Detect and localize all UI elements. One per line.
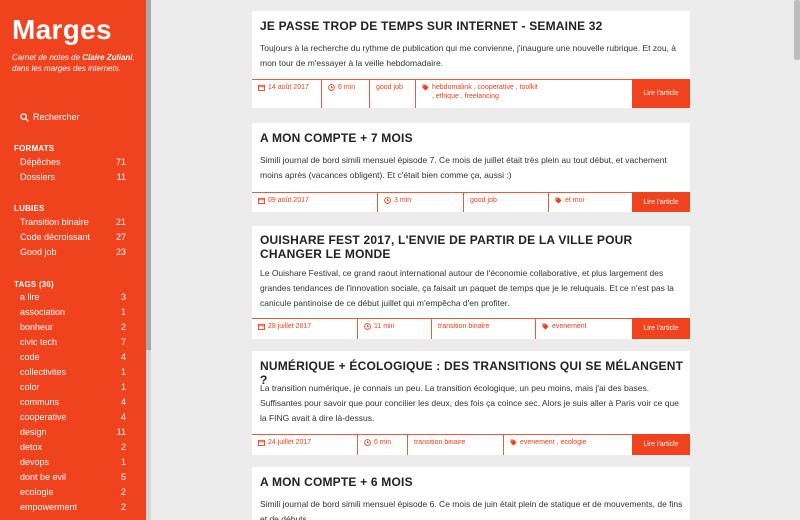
post-meta: 28 juillet 2017 11 min transition binair… (252, 318, 690, 339)
post-meta: 24 juillet 2017 6 min transition binaire… (252, 434, 690, 455)
clock-icon (328, 84, 335, 91)
formats-title: FORMATS (14, 144, 55, 153)
post-card: A MON COMPTE + 7 MOIS Simili journal de … (252, 123, 690, 212)
read-article-button[interactable]: Lire l'article (632, 192, 690, 212)
clock-icon (364, 323, 371, 330)
calendar-icon (258, 323, 265, 330)
read-article-button[interactable]: Lire l'article (632, 434, 690, 455)
search-icon (20, 112, 29, 122)
post-tags[interactable]: et moi (549, 193, 619, 212)
sidebar-tag-item[interactable]: empowerment 2 (20, 500, 126, 515)
tag-icon (555, 197, 562, 204)
sidebar-scrollbar[interactable] (146, 0, 151, 520)
calendar-icon (258, 84, 265, 91)
post-excerpt: La transition numérique, je connais un p… (260, 383, 679, 423)
sidebar-tag-item[interactable]: dont be evil 5 (20, 470, 126, 485)
post-duration: 6 min (322, 80, 370, 108)
sidebar: Marges Carnet de notes de Claire Zuliani… (0, 0, 146, 520)
post-date: 28 juillet 2017 (252, 319, 358, 339)
post-excerpt: Le Ouishare Festival, ce grand raout int… (260, 268, 674, 308)
search-link[interactable]: Rechercher (20, 112, 80, 122)
post-tags[interactable]: hebdomalink , cooperative , toolkit , et… (416, 80, 546, 108)
sidebar-item-transition-binaire[interactable]: Transition binaire 21 (20, 215, 126, 230)
calendar-icon (258, 197, 265, 204)
post-excerpt: Simili journal de bord simili mensuel ép… (260, 499, 683, 520)
sidebar-item-code-decroissant[interactable]: Code décroissant 27 (20, 230, 126, 245)
post-category[interactable]: transition binaire (432, 319, 536, 339)
post-excerpt: Toujours à la recherche du rythme de pub… (260, 43, 677, 68)
tag-icon (422, 84, 429, 91)
post-tags[interactable]: evenement , ecologie (504, 435, 626, 455)
tagline-author[interactable]: Claire Zuliani (82, 53, 132, 62)
post-excerpt: Simili journal de bord simili mensuel ép… (260, 155, 667, 180)
post-category[interactable]: good job (370, 80, 416, 108)
post-meta: 14 août 2017 6 min good job hebdomalink … (252, 79, 690, 108)
post-category[interactable]: transition binaire (408, 435, 504, 455)
sidebar-tag-item[interactable]: bonheur 2 (20, 320, 126, 335)
read-article-button[interactable]: Lire l'article (632, 318, 690, 339)
post-card: JE PASSE TROP DE TEMPS SUR INTERNET - SE… (252, 11, 690, 108)
page-scrollbar[interactable] (794, 0, 800, 520)
sidebar-item-depeches[interactable]: Dépêches 71 (20, 155, 126, 170)
post-card: OUISHARE FEST 2017, L'ENVIE DE PARTIR DE… (252, 226, 690, 339)
post-duration: 11 min (358, 319, 432, 339)
page-scrollbar-thumb[interactable] (794, 0, 800, 60)
sidebar-tag-item[interactable]: a lire 3 (20, 290, 126, 305)
post-meta: 09 août 2017 3 min good job et moi Lire … (252, 192, 690, 212)
formats-list: Dépêches 71 Dossiers 11 (20, 155, 126, 185)
post-category[interactable]: good job (464, 193, 549, 212)
post-title[interactable]: A MON COMPTE + 6 MOIS (260, 475, 413, 489)
post-duration: 6 min (358, 435, 408, 455)
sidebar-scrollbar-thumb[interactable] (146, 0, 151, 350)
post-duration: 3 min (378, 193, 464, 212)
sidebar-tag-item[interactable]: devops 1 (20, 455, 126, 470)
clock-icon (384, 197, 391, 204)
post-date: 14 août 2017 (252, 80, 322, 108)
tag-icon (510, 439, 517, 446)
sidebar-tag-item[interactable]: color 1 (20, 380, 126, 395)
post-card: A MON COMPTE + 6 MOIS Simili journal de … (252, 467, 690, 520)
post-tags[interactable]: evenement (536, 319, 626, 339)
sidebar-tag-item[interactable]: design 11 (20, 425, 126, 440)
post-card: NUMÉRIQUE + ÉCOLOGIQUE : DES TRANSITIONS… (252, 351, 690, 455)
clock-icon (364, 439, 371, 446)
tagline-pre: Carnet de notes de (12, 53, 81, 62)
read-article-button[interactable]: Lire l'article (632, 79, 690, 108)
sidebar-tag-item[interactable]: cooperative 4 (20, 410, 126, 425)
lubies-list: Transition binaire 21 Code décroissant 27 … (20, 215, 126, 260)
post-date: 09 août 2017 (252, 193, 378, 212)
site-tagline: Carnet de notes de Claire Zuliani, dans … (12, 52, 140, 74)
sidebar-item-good-job[interactable]: Good job 23 (20, 245, 126, 260)
sidebar-tag-item[interactable]: collectivites 1 (20, 365, 126, 380)
post-title[interactable]: A MON COMPTE + 7 MOIS (260, 131, 413, 145)
calendar-icon (258, 439, 265, 446)
site-logo[interactable]: Marges (12, 14, 112, 46)
post-date: 24 juillet 2017 (252, 435, 358, 455)
tags-title: TAGS (36) (14, 280, 54, 289)
search-label: Rechercher (33, 112, 80, 122)
sidebar-tag-item[interactable]: detox 2 (20, 440, 126, 455)
sidebar-tag-item[interactable]: civic tech 7 (20, 335, 126, 350)
lubies-title: LUBIES (14, 204, 45, 213)
tag-icon (542, 323, 549, 330)
sidebar-item-dossiers[interactable]: Dossiers 11 (20, 170, 126, 185)
post-title[interactable]: OUISHARE FEST 2017, L'ENVIE DE PARTIR DE… (260, 233, 684, 261)
sidebar-tag-item[interactable]: ecologie 2 (20, 485, 126, 500)
sidebar-tag-item[interactable]: code 4 (20, 350, 126, 365)
sidebar-tag-item[interactable]: association 1 (20, 305, 126, 320)
sidebar-tag-item[interactable]: communs 4 (20, 395, 126, 410)
post-title[interactable]: JE PASSE TROP DE TEMPS SUR INTERNET - SE… (260, 19, 603, 33)
tags-list: a lire 3 association 1 bonheur 2 civic tech… (20, 290, 126, 515)
